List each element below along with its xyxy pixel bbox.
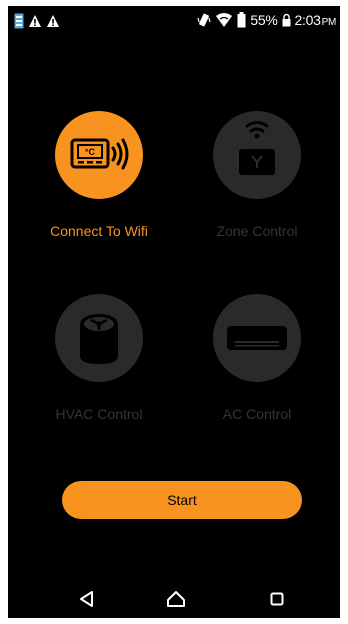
tile-zone-control[interactable]: Zone Control (187, 111, 327, 261)
thermostat-wifi-icon: °C (70, 138, 129, 170)
air-conditioner-icon (227, 326, 287, 350)
vibrate-icon (197, 13, 211, 27)
svg-text:°C: °C (85, 147, 96, 157)
back-icon[interactable] (79, 590, 95, 608)
status-bar: 55% 2:03PM (8, 6, 340, 36)
start-button[interactable]: Start (62, 481, 302, 519)
hvac-unit-icon (80, 314, 118, 364)
tile-ac-control[interactable]: AC Control (187, 294, 327, 444)
tile-label: Zone Control (216, 223, 298, 239)
tile-hvac-control[interactable]: HVAC Control (29, 294, 169, 444)
tile-label: HVAC Control (55, 406, 143, 422)
battery-icon (237, 12, 246, 28)
home-icon[interactable] (166, 590, 186, 608)
recents-icon[interactable] (270, 592, 284, 606)
clock-time: 2:03 (294, 12, 321, 28)
alert-triangle-icon (29, 15, 41, 27)
tile-label: AC Control (222, 406, 292, 422)
tile-icon-circle (213, 111, 301, 199)
tile-icon-circle (213, 294, 301, 382)
tile-icon-circle: °C (55, 111, 143, 199)
status-left-icons (14, 13, 60, 29)
wifi-icon (216, 13, 233, 27)
phone-screen: 55% 2:03PM °C Connect To Wifi Zone Contr… (8, 6, 340, 618)
navigation-bar (8, 582, 340, 618)
battery-percent: 55% (250, 12, 278, 28)
alert-triangle-icon (47, 15, 59, 27)
tile-icon-circle (55, 294, 143, 382)
clock-ampm: PM (321, 17, 337, 28)
sim-card-icon (14, 13, 24, 29)
tile-label: Connect To Wifi (50, 223, 148, 239)
clock: 2:03PM (294, 12, 337, 28)
lock-icon (282, 13, 291, 27)
wifi-router-icon (239, 121, 275, 175)
status-right-icons: 55% 2:03PM (197, 12, 336, 28)
tile-connect-to-wifi[interactable]: °C Connect To Wifi (29, 111, 169, 261)
